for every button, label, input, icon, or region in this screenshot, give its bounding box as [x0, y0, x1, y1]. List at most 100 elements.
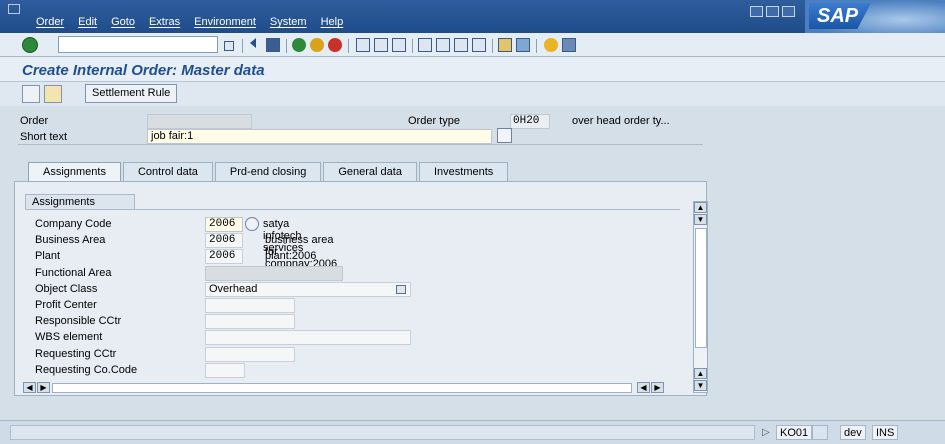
menu-help[interactable]: Help: [321, 16, 344, 28]
tab-content: Assignments Company Code 2006 satya info…: [14, 181, 708, 396]
plant-description: plant:2006: [265, 250, 317, 262]
plant-input[interactable]: 2006: [205, 249, 243, 264]
previous-page-icon[interactable]: [436, 38, 450, 52]
first-page-icon[interactable]: [418, 38, 432, 52]
scroll-left-icon[interactable]: ◀: [23, 382, 36, 393]
order-type-description: over head order ty...: [572, 115, 670, 127]
enter-check-icon[interactable]: [22, 37, 38, 53]
scroll-up-page-icon[interactable]: ▼: [694, 214, 707, 225]
last-page-icon[interactable]: [472, 38, 486, 52]
find-next-icon[interactable]: [392, 38, 406, 52]
system-name: dev: [840, 425, 866, 440]
status-message: [10, 425, 755, 440]
back-icon[interactable]: [292, 38, 306, 52]
exit-icon[interactable]: [310, 38, 324, 52]
cancel-icon[interactable]: [328, 38, 342, 52]
order-type-field[interactable]: 0H20: [510, 114, 550, 129]
scroll-thumb[interactable]: [695, 228, 707, 348]
display-change-icon[interactable]: [22, 85, 40, 103]
plant-label: Plant: [35, 250, 61, 262]
print-icon[interactable]: [356, 38, 370, 52]
next-page-icon[interactable]: [454, 38, 468, 52]
command-field[interactable]: [58, 36, 218, 53]
tab-control-data[interactable]: Control data: [122, 162, 213, 182]
tab-assignments[interactable]: Assignments: [28, 162, 121, 182]
separator: [492, 39, 493, 53]
order-label: Order: [20, 115, 49, 127]
tab-general-data[interactable]: General data: [323, 162, 417, 182]
scroll-down-icon[interactable]: ▼: [694, 380, 707, 391]
object-class-select[interactable]: Overhead: [205, 282, 411, 297]
scroll-right-icon[interactable]: ▶: [37, 382, 50, 393]
scroll-up-icon[interactable]: ▲: [694, 202, 707, 213]
requesting-co-code-input[interactable]: [205, 363, 245, 378]
menu-edit[interactable]: Edit: [78, 16, 97, 28]
menu-system[interactable]: System: [270, 16, 307, 28]
scroll-right-page-icon[interactable]: ▶: [651, 382, 664, 393]
tab-strip: Assignments Control data Prd-end closing…: [28, 162, 510, 182]
server-info-icon[interactable]: [812, 425, 828, 440]
transaction-code: KO01: [776, 425, 813, 440]
save-icon[interactable]: [266, 38, 280, 52]
short-text-field[interactable]: job fair:1: [147, 129, 492, 144]
responsible-cctr-input[interactable]: [205, 314, 295, 329]
menu-order[interactable]: Order: [36, 16, 64, 28]
long-text-edit-icon[interactable]: [497, 128, 512, 143]
vertical-scrollbar[interactable]: ▲ ▼ ▲ ▼: [693, 201, 708, 393]
business-area-input[interactable]: 2006: [205, 233, 243, 248]
collapse-icon[interactable]: [250, 38, 256, 48]
profit-center-label: Profit Center: [35, 299, 97, 311]
requesting-cctr-label: Requesting CCtr: [35, 348, 117, 360]
requesting-cctr-input[interactable]: [205, 347, 295, 362]
application-toolbar: Settlement Rule: [0, 82, 945, 106]
edit-icon[interactable]: [44, 85, 62, 103]
main-area: Order Order type 0H20 over head order ty…: [0, 106, 945, 436]
scroll-left-page-icon[interactable]: ◀: [637, 382, 650, 393]
wbs-element-input[interactable]: [205, 330, 411, 345]
minimize-button[interactable]: [750, 6, 763, 17]
insert-mode[interactable]: INS: [872, 425, 899, 440]
separator: [412, 39, 413, 53]
title-bar: Create Internal Order: Master data: [0, 57, 945, 82]
window-controls: [750, 6, 795, 17]
standard-toolbar: [0, 33, 945, 57]
assignments-group: Assignments Company Code 2006 satya info…: [21, 192, 708, 393]
settlement-rule-button[interactable]: Settlement Rule: [85, 84, 178, 103]
dropdown-icon[interactable]: [396, 285, 406, 294]
system-menu-icon[interactable]: [8, 4, 20, 14]
order-field[interactable]: [147, 114, 252, 129]
business-area-label: Business Area: [35, 234, 106, 246]
tab-prd-end-closing[interactable]: Prd-end closing: [214, 162, 322, 182]
horizontal-scrollbar[interactable]: ◀ ▶ ◀ ▶: [21, 382, 684, 394]
separator: [286, 39, 287, 53]
company-code-input[interactable]: 2006: [205, 217, 243, 232]
menu-extras[interactable]: Extras: [149, 16, 180, 28]
create-shortcut-icon[interactable]: [516, 38, 530, 52]
maximize-button[interactable]: [766, 6, 779, 17]
layout-menu-icon[interactable]: [562, 38, 576, 52]
functional-area-input[interactable]: [205, 266, 343, 281]
company-code-help-icon[interactable]: [245, 217, 259, 231]
short-text-label: Short text: [20, 131, 68, 143]
page-title: Create Internal Order: Master data: [22, 62, 265, 79]
responsible-cctr-label: Responsible CCtr: [35, 315, 122, 327]
menu-goto[interactable]: Goto: [111, 16, 135, 28]
status-bar: ▷ KO01 dev INS: [0, 420, 945, 444]
status-expand-icon[interactable]: ▷: [762, 427, 770, 438]
close-button[interactable]: [782, 6, 795, 17]
divider: [18, 144, 703, 145]
tab-investments[interactable]: Investments: [418, 162, 509, 182]
functional-area-label: Functional Area: [35, 267, 112, 279]
requesting-co-code-label: Requesting Co.Code: [35, 364, 138, 376]
command-history-icon[interactable]: [224, 41, 234, 51]
menu-environment[interactable]: Environment: [194, 16, 256, 28]
scroll-down-page-icon[interactable]: ▲: [694, 368, 707, 379]
separator: [242, 39, 243, 53]
separator: [536, 39, 537, 53]
find-icon[interactable]: [374, 38, 388, 52]
menu-bar: Order Edit Goto Extras Environment Syste…: [0, 0, 945, 33]
profit-center-input[interactable]: [205, 298, 295, 313]
help-icon[interactable]: [544, 38, 558, 52]
create-session-icon[interactable]: [498, 38, 512, 52]
horizontal-scroll-track[interactable]: [52, 383, 632, 393]
